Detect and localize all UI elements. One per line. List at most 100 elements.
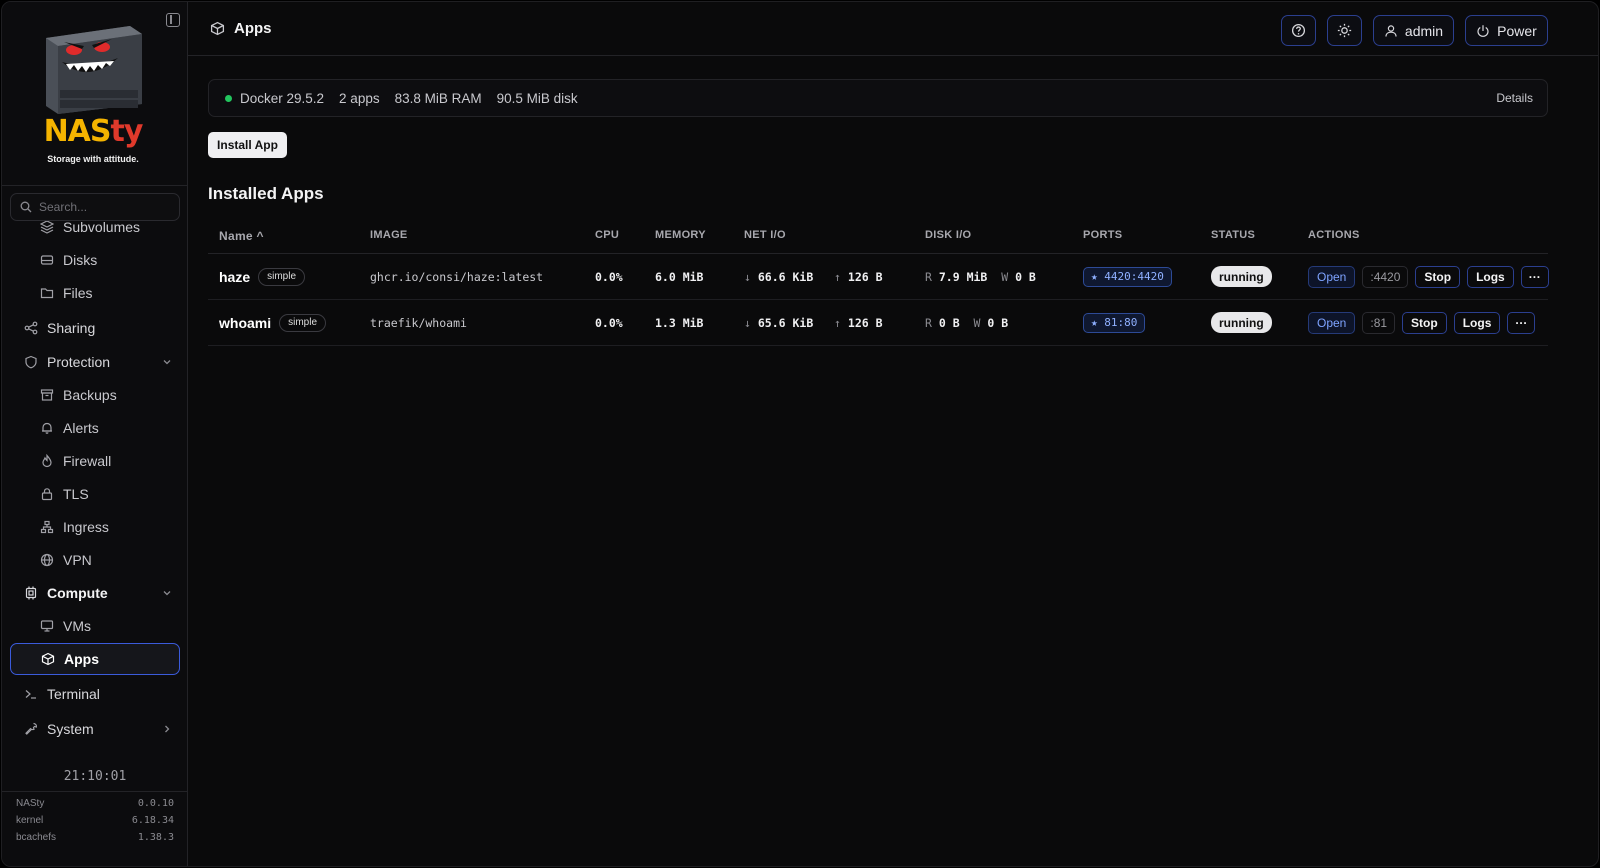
stop-button[interactable]: Stop xyxy=(1415,265,1461,288)
version-row: NASty 0.0.10 xyxy=(16,798,174,809)
bell-icon xyxy=(40,421,54,435)
sidebar-item-subvolumes[interactable]: Subvolumes xyxy=(40,221,180,243)
install-app-button[interactable]: Install App xyxy=(208,132,287,158)
app-status-cell: running xyxy=(1211,300,1272,345)
user-label: admin xyxy=(1404,22,1444,39)
logo-mascot-icon xyxy=(46,26,142,114)
app-window: NASty Storage with attitude. Subvolumes … xyxy=(1,1,1599,867)
version-value: 6.18.34 xyxy=(131,815,174,826)
sidebar-item-backups[interactable]: Backups xyxy=(40,379,180,411)
sidebar-item-ingress[interactable]: Ingress xyxy=(40,511,180,543)
column-header-ports: PORTS xyxy=(1083,229,1123,241)
sidebar-item-label: Sharing xyxy=(47,320,96,336)
sidebar-item-label: TLS xyxy=(63,486,89,502)
user-menu-button[interactable]: admin xyxy=(1373,15,1454,46)
app-actions-cell: Open :81 Stop Logs ··· xyxy=(1308,300,1542,345)
sidebar-item-apps[interactable]: Apps xyxy=(10,643,180,675)
chevron-down-icon xyxy=(162,354,172,370)
disk-write-label: W xyxy=(1001,269,1009,284)
sidebar-item-system[interactable]: System xyxy=(24,713,172,745)
sidebar-item-tls[interactable]: TLS xyxy=(40,478,180,510)
version-value: 0.0.10 xyxy=(137,798,174,809)
app-name-cell: haze simple xyxy=(219,254,306,299)
layers-icon xyxy=(40,221,54,234)
sidebar-item-terminal[interactable]: Terminal xyxy=(24,678,172,710)
cpu-icon xyxy=(24,586,38,600)
disk-read-value: 0 B xyxy=(938,315,960,330)
more-actions-button[interactable]: ··· xyxy=(1520,265,1549,288)
stop-button[interactable]: Stop xyxy=(1402,311,1447,334)
app-name-cell: whoami simple xyxy=(219,300,327,345)
sidebar-item-label: Apps xyxy=(64,651,99,667)
sidebar-item-label: Protection xyxy=(47,354,111,370)
status-badge: running xyxy=(1211,266,1272,287)
net-up-value: 126 B xyxy=(847,315,883,330)
sidebar-item-disks[interactable]: Disks xyxy=(40,244,180,276)
sidebar-item-files[interactable]: Files xyxy=(40,277,180,309)
details-link[interactable]: Details xyxy=(1496,91,1533,105)
version-name: bcachefs xyxy=(16,832,57,843)
sidebar-item-label: Compute xyxy=(47,585,108,601)
net-down-value: 66.6 KiB xyxy=(757,269,814,284)
table-row: haze simple ghcr.io/consi/haze:latest 0.… xyxy=(208,254,1549,300)
sidebar-item-sharing[interactable]: Sharing xyxy=(24,312,172,344)
open-button[interactable]: Open xyxy=(1308,265,1356,288)
help-button[interactable] xyxy=(1281,15,1316,46)
search-input[interactable] xyxy=(39,198,174,216)
globe-icon xyxy=(40,553,54,567)
version-divider xyxy=(2,791,188,792)
apps-table: Name ^ IMAGE CPU MEMORY NET I/O DISK I/O… xyxy=(208,220,1549,346)
app-net-io: ↓ 65.6 KiB ↑ 126 B xyxy=(744,300,883,345)
download-arrow-icon: ↓ xyxy=(744,269,751,284)
sidebar-item-label: Disks xyxy=(63,252,98,268)
sidebar-item-firewall[interactable]: Firewall xyxy=(40,445,180,477)
column-header-status: STATUS xyxy=(1211,229,1256,241)
app-memory: 1.3 MiB xyxy=(655,315,704,330)
open-port-button[interactable]: :4420 xyxy=(1362,265,1409,288)
clock: 21:10:01 xyxy=(63,769,127,784)
app-image: ghcr.io/consi/haze:latest xyxy=(370,269,544,284)
help-icon xyxy=(1291,23,1306,38)
archive-icon xyxy=(40,388,54,402)
brand-name: NASty xyxy=(43,114,144,149)
disk-write-value: 0 B xyxy=(987,315,1009,330)
sidebar-item-label: Backups xyxy=(63,387,117,403)
sidebar-item-protection[interactable]: Protection xyxy=(24,346,172,378)
lock-icon xyxy=(40,487,54,501)
status-badge: running xyxy=(1211,312,1272,333)
logs-button[interactable]: Logs xyxy=(1453,311,1501,334)
sidebar-item-vpn[interactable]: VPN xyxy=(40,544,180,576)
sidebar-item-vms[interactable]: VMs xyxy=(40,610,180,642)
logs-button[interactable]: Logs xyxy=(1467,265,1514,288)
sidebar-item-compute[interactable]: Compute xyxy=(24,577,172,609)
column-header-disk-io: DISK I/O xyxy=(925,229,972,241)
sidebar-item-label: Alerts xyxy=(63,420,99,436)
version-value: 1.38.3 xyxy=(137,832,174,843)
download-arrow-icon: ↓ xyxy=(744,315,751,330)
theme-toggle-button[interactable] xyxy=(1327,15,1362,46)
app-name[interactable]: haze xyxy=(219,269,250,285)
sidebar-item-label: Files xyxy=(63,285,93,301)
table-row: whoami simple traefik/whoami 0.0% 1.3 Mi… xyxy=(208,300,1548,346)
box-icon xyxy=(41,652,55,666)
column-header-name[interactable]: Name ^ xyxy=(219,229,264,243)
share-icon xyxy=(24,321,38,335)
sidebar-item-label: Terminal xyxy=(47,686,100,702)
open-button[interactable]: Open xyxy=(1308,311,1356,334)
power-button[interactable]: Power xyxy=(1465,15,1548,46)
version-row: bcachefs 1.38.3 xyxy=(16,832,174,843)
sidebar-item-alerts[interactable]: Alerts xyxy=(40,412,180,444)
sidebar-item-label: Firewall xyxy=(63,453,112,469)
column-header-memory: MEMORY xyxy=(655,229,706,241)
sidebar: NASty Storage with attitude. Subvolumes … xyxy=(2,2,188,866)
app-actions-cell: Open :4420 Stop Logs ··· xyxy=(1308,254,1556,299)
sidebar-item-label: VMs xyxy=(63,618,91,634)
port-badge: ★ 4420:4420 xyxy=(1083,266,1172,287)
drive-icon xyxy=(40,253,54,267)
more-actions-button[interactable]: ··· xyxy=(1507,311,1536,334)
app-name[interactable]: whoami xyxy=(219,315,271,331)
collapse-sidebar-icon[interactable] xyxy=(166,13,180,27)
app-type-badge: simple xyxy=(258,267,306,286)
power-label: Power xyxy=(1497,22,1537,39)
open-port-button[interactable]: :81 xyxy=(1362,311,1396,334)
